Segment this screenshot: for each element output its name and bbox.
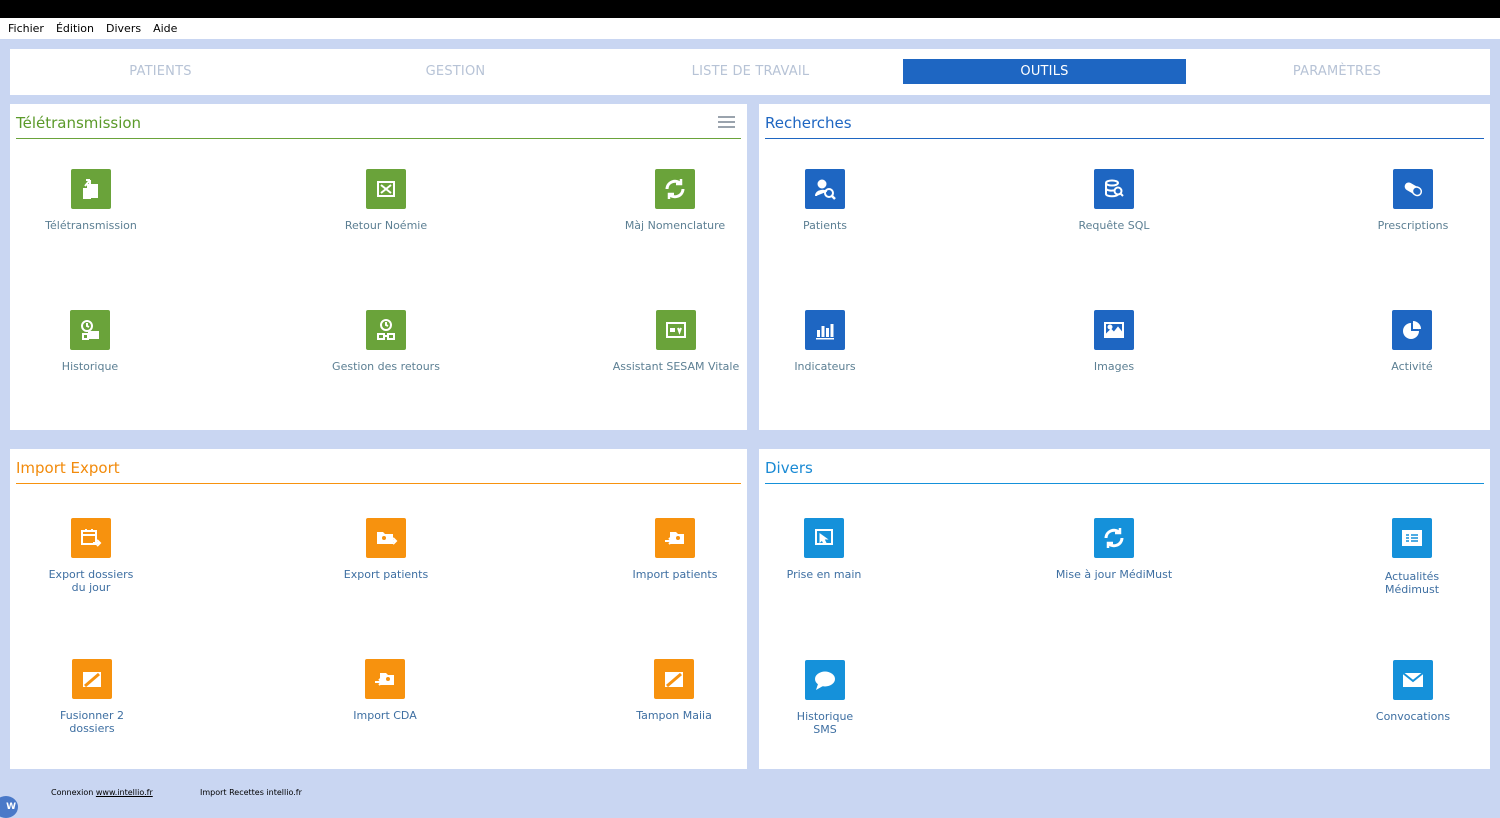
tile-teletransmission[interactable]: Télétransmission (1, 169, 181, 232)
tile-label: Actualités Médimust (1384, 570, 1440, 596)
pill-icon (1393, 169, 1433, 209)
tile-gestion-des-retours[interactable]: Gestion des retours (296, 310, 476, 373)
refresh-icon (655, 169, 695, 209)
folder-export-icon (366, 518, 406, 558)
tile-label: Fusionner 2 dossiers (60, 709, 124, 735)
tab-gestion[interactable]: GESTION (313, 59, 598, 84)
tile-prescriptions[interactable]: Prescriptions (1323, 169, 1500, 232)
tab-liste-de-travail[interactable]: LISTE DE TRAVAIL (608, 59, 893, 84)
image-icon (1094, 310, 1134, 350)
window-title-bar (0, 0, 1500, 18)
tile-label: Retour Noémie (344, 219, 428, 232)
panel-import-export: Import Export Export dossiers du jour Exp… (10, 449, 747, 769)
tile-actualites-medimust[interactable]: Actualités Médimust (1322, 518, 1500, 596)
footer-import-recettes[interactable]: Import Recettes intellio.fr (200, 788, 302, 797)
panel-teletransmission: Télétransmission Télétransmission Retour… (10, 104, 747, 430)
connexion-link[interactable]: www.intellio.fr (96, 788, 153, 797)
tile-export-patients[interactable]: Export patients (296, 518, 476, 581)
update-icon (1094, 518, 1134, 558)
envelope-icon (1393, 660, 1433, 700)
tile-historique[interactable]: Historique (0, 310, 180, 373)
tile-label: Indicateurs (794, 360, 856, 373)
tile-label: Requête SQL (1078, 219, 1150, 232)
tile-label: Patients (802, 219, 848, 232)
tile-label: Télétransmission (45, 219, 137, 232)
tile-indicateurs[interactable]: Indicateurs (735, 310, 915, 373)
user-search-icon (805, 169, 845, 209)
tile-label: Historique (61, 360, 119, 373)
tile-convocations[interactable]: Convocations (1323, 660, 1500, 723)
tile-label: Activité (1391, 360, 1433, 373)
tab-patients[interactable]: PATIENTS (18, 59, 303, 84)
tile-images[interactable]: Images (1024, 310, 1204, 373)
tile-mise-a-jour-medimust[interactable]: Mise à jour MédiMust (1024, 518, 1204, 581)
tile-label: Convocations (1375, 710, 1451, 723)
tile-label: Prise en main (786, 568, 862, 581)
tile-label: Export dossiers du jour (48, 568, 134, 594)
panel-title: Divers (765, 459, 813, 477)
return-icon (366, 169, 406, 209)
pie-chart-icon (1392, 310, 1432, 350)
tab-parametres[interactable]: PARAMÈTRES (1196, 59, 1478, 84)
menu-edition[interactable]: Édition (56, 22, 94, 35)
tile-fusionner-2-dossiers[interactable]: Fusionner 2 dossiers (2, 659, 182, 735)
menu-aide[interactable]: Aide (153, 22, 177, 35)
tile-export-dossiers-du-jour[interactable]: Export dossiers du jour (1, 518, 181, 594)
panel-divider (765, 483, 1484, 484)
tile-label: Historique SMS (796, 710, 854, 736)
chat-bubble-icon (805, 660, 845, 700)
tab-outils[interactable]: OUTILS (903, 59, 1186, 84)
panel-title: Recherches (765, 114, 852, 132)
remote-control-icon (804, 518, 844, 558)
tile-label: Import CDA (353, 709, 417, 722)
bar-chart-icon (805, 310, 845, 350)
panel-recherches: Recherches Patients Requête SQL Prescrip… (759, 104, 1490, 430)
tile-label: Images (1093, 360, 1135, 373)
app-logo: W (0, 796, 18, 818)
tile-activite[interactable]: Activité (1322, 310, 1500, 373)
news-icon (1392, 518, 1432, 558)
panel-title: Import Export (16, 459, 120, 477)
tile-label: Prescriptions (1377, 219, 1449, 232)
tile-retour-noemie[interactable]: Retour Noémie (296, 169, 476, 232)
transfer-files-icon (71, 169, 111, 209)
menu-divers[interactable]: Divers (106, 22, 141, 35)
card-reader-icon (656, 310, 696, 350)
panel-title: Télétransmission (16, 114, 142, 132)
calendar-export-icon (71, 518, 111, 558)
folder-import-icon (655, 518, 695, 558)
menu-bar: Fichier Édition Divers Aide (0, 18, 1500, 39)
tile-historique-sms[interactable]: Historique SMS (735, 660, 915, 736)
returns-management-icon (366, 310, 406, 350)
merge-folder-icon (72, 659, 112, 699)
panel-divider (16, 138, 741, 139)
panel-divider (16, 483, 741, 484)
panel-divers: Divers Prise en main Mise à jour MédiMus… (759, 449, 1490, 769)
tile-prise-en-main[interactable]: Prise en main (734, 518, 914, 581)
tile-import-cda[interactable]: Import CDA (295, 659, 475, 722)
tile-label: Export patients (343, 568, 429, 581)
tile-label: Mise à jour MédiMust (1055, 568, 1173, 581)
tile-requete-sql[interactable]: Requête SQL (1024, 169, 1204, 232)
panel-divider (765, 138, 1484, 139)
hamburger-menu-icon[interactable] (718, 116, 735, 130)
history-icon (70, 310, 110, 350)
main-tab-bar: PATIENTS GESTION LISTE DE TRAVAIL OUTILS… (10, 49, 1490, 95)
connexion-label: Connexion (51, 788, 94, 797)
tile-patients-search[interactable]: Patients (735, 169, 915, 232)
folder-import-cda-icon (365, 659, 405, 699)
tile-label: Gestion des retours (332, 360, 440, 373)
database-search-icon (1094, 169, 1134, 209)
stamp-folder-icon (654, 659, 694, 699)
footer-connexion: Connexion www.intellio.fr (51, 788, 153, 797)
menu-fichier[interactable]: Fichier (8, 22, 44, 35)
